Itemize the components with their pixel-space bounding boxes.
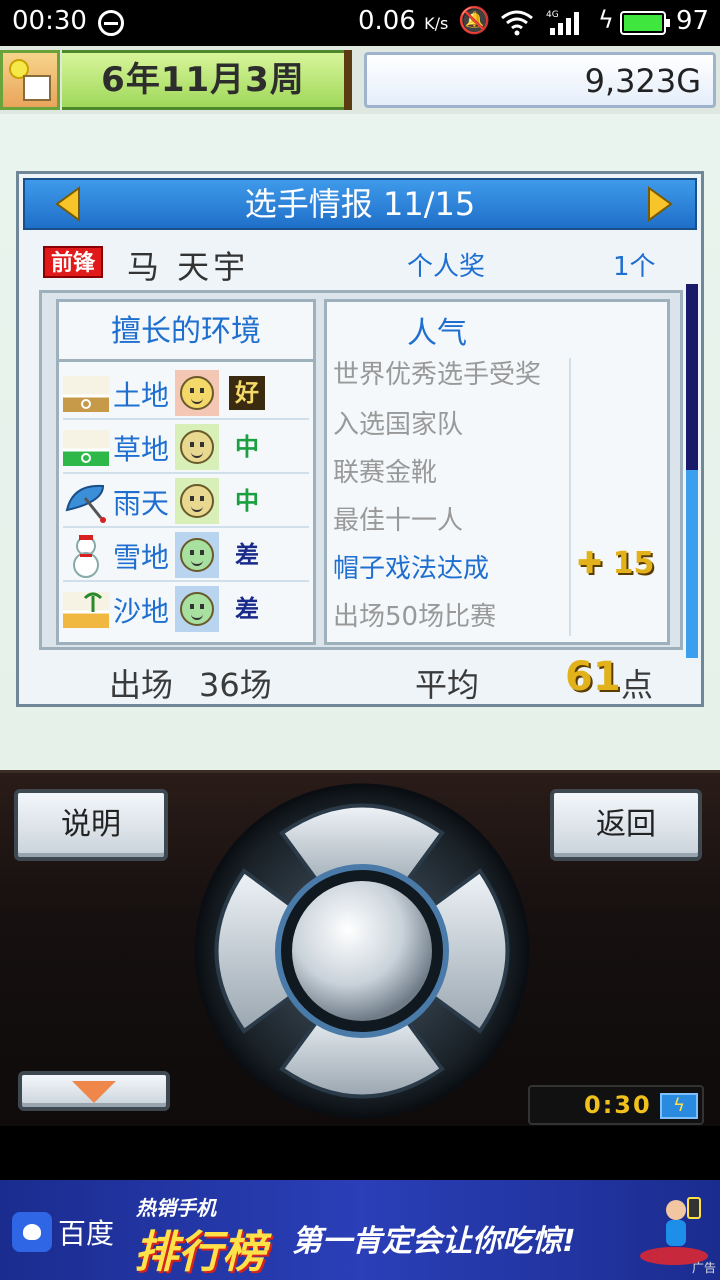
game-date: 6年11月3周: [62, 50, 344, 110]
neutral-face-icon: [175, 424, 219, 470]
house-icon: [23, 75, 51, 101]
position-badge: 前锋: [43, 246, 103, 278]
neutral-face-icon: [175, 478, 219, 524]
baidu-paw-icon: [12, 1212, 52, 1252]
stats-row: 出场 36场 平均 61 点: [19, 654, 701, 704]
scrollbar[interactable]: [686, 284, 698, 658]
env-row-grass: 草地 中: [63, 422, 309, 474]
average-value: 61: [565, 654, 621, 700]
divider: [569, 358, 571, 636]
down-arrow-icon: [72, 1081, 116, 1103]
wifi-icon: [501, 10, 533, 36]
env-row-rain: 雨天 中: [63, 476, 309, 528]
ad-slogan: 第一肯定会让你吃惊!: [292, 1224, 576, 1259]
popularity-item: 联赛金靴: [333, 458, 438, 488]
environment-section: 擅长的环境 土地 好 草地 中 雨天 中 雪地 差 沙地 差: [56, 299, 316, 645]
cell-signal-icon: 4G: [546, 10, 579, 35]
env-label: 土地: [113, 379, 170, 412]
grade-badge: 差: [235, 541, 259, 569]
sad-face-icon: [175, 532, 219, 578]
back-button[interactable]: 返回: [550, 789, 702, 861]
appearances-value: 36场: [199, 666, 272, 704]
ad-banner[interactable]: 百度 热销手机 排行榜 第一肯定会让你吃惊! 广告: [0, 1180, 720, 1280]
scrollbar-thumb[interactable]: [686, 470, 698, 658]
popularity-item: 世界优秀选手受奖: [333, 360, 542, 390]
charging-icon: ϟ: [598, 6, 614, 34]
popularity-item: 出场50场比赛: [333, 602, 497, 632]
dpad[interactable]: [194, 783, 530, 1119]
env-label: 沙地: [113, 595, 170, 628]
dpad-center[interactable]: [292, 881, 432, 1021]
ad-brand: 百度: [58, 1217, 115, 1250]
popularity-item: 最佳十一人: [333, 506, 464, 536]
game-clock: 0:30 ϟ: [528, 1085, 704, 1125]
grade-badge: 差: [235, 595, 259, 623]
help-button[interactable]: 说明: [14, 789, 168, 861]
snowman-icon: [73, 535, 99, 578]
grade-badge: 中: [235, 487, 259, 515]
battery-icon: [620, 11, 670, 35]
weather-house-icon[interactable]: [0, 50, 60, 110]
player-name: 马 天宇: [127, 248, 250, 286]
beach-icon: [63, 592, 109, 628]
spacer: [0, 1126, 720, 1180]
network-label: 4G: [546, 10, 559, 20]
env-row-dirt: 土地 好: [63, 368, 309, 420]
award-label: 个人奖: [407, 252, 486, 282]
money-display: 9,323G: [364, 52, 716, 108]
player-info-panel: 选手情报 11/15 前锋 马 天宇 个人奖 1个 擅长的环境 土地 好 草地 …: [16, 171, 704, 707]
player-row: 前锋 马 天宇 个人奖 1个: [43, 240, 683, 286]
popularity-item: 入选国家队: [333, 410, 464, 440]
app-notification-icon: [98, 10, 124, 36]
network-speed: 0.06 K/s: [358, 6, 449, 36]
env-label: 雪地: [113, 541, 170, 574]
umbrella-icon: [65, 484, 106, 523]
env-label: 雨天: [113, 487, 170, 520]
person-with-phone-icon: [640, 1197, 708, 1265]
average-unit: 点: [621, 666, 654, 704]
env-label: 草地: [113, 433, 170, 466]
next-player-arrow-icon[interactable]: [645, 186, 675, 222]
battery-charge-icon: ϟ: [660, 1093, 698, 1119]
divider: [344, 50, 352, 110]
ad-ranking-title: 排行榜: [134, 1227, 266, 1278]
status-time: 00:30: [12, 6, 87, 36]
detail-box: 擅长的环境 土地 好 草地 中 雨天 中 雪地 差 沙地 差 人气 世界优秀选手…: [39, 290, 683, 650]
environment-title: 擅长的环境: [59, 302, 313, 362]
popularity-bonus: ✚ 15: [577, 546, 655, 581]
panel-header: 选手情报 11/15: [23, 178, 697, 230]
popularity-item-selected[interactable]: 帽子戏法达成: [333, 548, 489, 585]
mute-icon: 🔕: [458, 6, 491, 36]
happy-face-icon: [175, 370, 219, 416]
dirt-field-icon: [63, 376, 109, 412]
virtual-controller: 说明 返回 0:30 ϟ: [0, 770, 720, 1126]
prev-player-arrow-icon[interactable]: [53, 186, 83, 222]
award-count: 1个: [613, 252, 656, 282]
ad-tag: 广告: [691, 1261, 716, 1275]
battery-percent: 97: [676, 6, 710, 36]
game-top-bar: 6年11月3周 9,323G: [0, 46, 720, 114]
appearances-label: 出场: [109, 666, 174, 704]
scroll-down-button[interactable]: [18, 1071, 170, 1111]
popularity-section: 人气 世界优秀选手受奖 入选国家队 联赛金靴 最佳十一人 帽子戏法达成 出场50…: [324, 299, 670, 645]
env-row-snow: 雪地 差: [63, 530, 309, 582]
sad-face-icon: [175, 586, 219, 632]
panel-title: 选手情报 11/15: [244, 185, 476, 223]
popularity-title: 人气: [407, 316, 467, 351]
status-bar: 00:30 0.06 K/s 🔕 4G ϟ 97: [0, 0, 720, 46]
env-row-sand: 沙地 差: [63, 584, 309, 636]
grass-field-icon: [63, 430, 109, 466]
grade-badge: 好: [229, 376, 265, 410]
average-label: 平均: [415, 666, 480, 704]
clock-time: 0:30: [584, 1091, 652, 1119]
grade-badge: 中: [235, 433, 259, 461]
